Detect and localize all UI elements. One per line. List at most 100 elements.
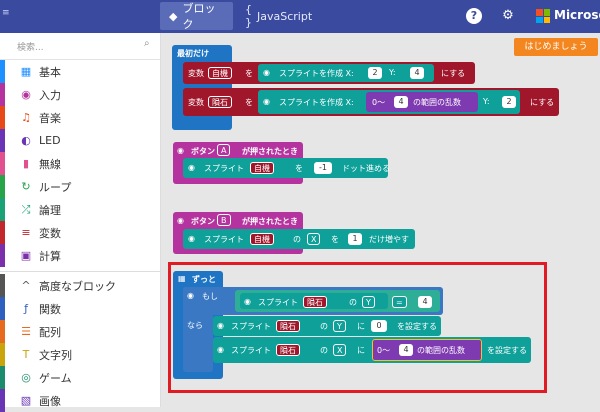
sidebar-item-target[interactable]: ◉ 入力: [0, 83, 160, 106]
help-icon[interactable]: ?: [466, 8, 482, 24]
sprite-icon: ◉: [263, 97, 270, 106]
sidebar-item-label: LED: [39, 134, 61, 147]
create-label: スプライトを作成 X:: [279, 69, 354, 78]
sidebar-item-toggle[interactable]: ◐ LED: [0, 129, 160, 152]
sidebar-item-headphones[interactable]: ♫ 音楽: [0, 106, 160, 129]
var-prefix: 変数: [188, 98, 204, 107]
category-color-bar: [0, 221, 5, 244]
sidebar-item-label: 画像: [39, 394, 61, 408]
braces-icon: { }: [245, 3, 252, 29]
menu-icon[interactable]: ≡: [2, 8, 10, 18]
button-label: ボタン: [191, 147, 215, 156]
button-dropdown[interactable]: A: [217, 144, 231, 156]
headphones-icon: ♫: [21, 111, 31, 124]
toggle-icon: ◐: [21, 134, 31, 147]
category-color-bar: [0, 297, 5, 320]
sidebar-item-gamepad[interactable]: ◎ ゲーム: [0, 366, 160, 389]
category-color-bar: [0, 320, 5, 343]
sidebar-item-label: 無線: [39, 157, 61, 171]
array-icon: ☰: [21, 325, 31, 338]
steps-input[interactable]: -1: [314, 162, 332, 174]
category-color-bar: [0, 389, 5, 412]
sidebar-item-function[interactable]: ƒ 関数: [0, 297, 160, 320]
tab-javascript[interactable]: { } JavaScript: [236, 2, 313, 30]
sidebar-item-chevron-up[interactable]: ^ 高度なブロック: [0, 274, 160, 297]
particle: を: [331, 235, 339, 244]
sidebar-item-label: 入力: [39, 88, 61, 102]
y-input[interactable]: 2: [502, 96, 516, 108]
tab-blocks-label: ブロック: [182, 2, 216, 31]
sidebar-item-text[interactable]: T 文字列: [0, 343, 160, 366]
puzzle-icon: ◆: [169, 9, 178, 23]
sidebar-item-label: 配列: [39, 325, 61, 339]
sprite-label: スプライト: [204, 164, 244, 173]
calculator-icon: ▣: [20, 249, 32, 262]
sidebar-item-list[interactable]: ≡ 変数: [0, 221, 160, 244]
search-input[interactable]: 検索...: [17, 40, 44, 53]
sidebar-item-grid[interactable]: ▦ 基本: [0, 60, 160, 83]
highlight-box: [168, 262, 547, 393]
sidebar-item-image[interactable]: ▧ 画像: [0, 389, 160, 412]
sidebar-item-refresh[interactable]: ↻ ループ: [0, 175, 160, 198]
gear-icon[interactable]: ⚙: [500, 8, 516, 24]
on-start-label: 最初だけ: [177, 49, 209, 58]
sidebar-item-shuffle[interactable]: ⤮ 論理: [0, 198, 160, 221]
shuffle-icon: ⤮: [21, 202, 31, 216]
axis-dropdown[interactable]: X: [307, 233, 321, 245]
category-color-bar: [0, 366, 5, 389]
particle: を: [295, 164, 303, 173]
button-hat-suffix: が押されたとき: [242, 217, 298, 226]
target-icon: ◉: [21, 88, 31, 101]
sidebar-item-label: 論理: [39, 203, 61, 217]
category-color-bar: [0, 83, 5, 106]
chevron-up-icon: ^: [21, 279, 31, 292]
get-started-button[interactable]: はじめましょう: [514, 38, 598, 56]
sprite-icon: ◉: [188, 234, 195, 243]
create-label: スプライトを作成 X:: [279, 98, 354, 107]
gamepad-icon: ◎: [21, 371, 31, 384]
function-icon: ƒ: [24, 302, 28, 315]
category-color-bar: [0, 106, 5, 129]
var-dropdown[interactable]: 隕石: [208, 96, 232, 108]
button-label: ボタン: [191, 217, 215, 226]
action-label: ドット進める: [342, 164, 390, 173]
search-icon: ⌕: [144, 38, 150, 49]
to-label: を: [245, 69, 253, 78]
sidebar-item-array[interactable]: ☰ 配列: [0, 320, 160, 343]
y-label: Y:: [389, 68, 396, 77]
sprite-var-dropdown[interactable]: 自機: [250, 233, 274, 245]
category-color-bar: [0, 274, 5, 297]
sidebar-item-signal[interactable]: ▮ 無線: [0, 152, 160, 175]
amount-input[interactable]: 1: [348, 233, 362, 245]
y-input[interactable]: 4: [410, 67, 424, 79]
var-dropdown[interactable]: 自機: [208, 67, 232, 79]
sidebar-item-label: 文字列: [39, 348, 72, 362]
button-event-icon: ◉: [177, 216, 184, 225]
sidebar-item-label: 音楽: [39, 111, 61, 125]
sprite-icon: ◉: [188, 163, 195, 172]
sidebar-item-label: 計算: [39, 249, 61, 263]
list-icon: ≡: [21, 226, 31, 239]
category-color-bar: [0, 175, 5, 198]
tab-blocks[interactable]: ◆ ブロック: [160, 2, 233, 31]
sidebar-item-label: ゲーム: [39, 371, 72, 385]
sprite-var-dropdown[interactable]: 自機: [250, 162, 274, 174]
category-color-bar: [0, 343, 5, 366]
brand-name: Microsoft: [554, 8, 600, 22]
grid-icon: ▦: [20, 65, 32, 78]
sidebar-item-calculator[interactable]: ▣ 計算: [0, 244, 160, 267]
tab-javascript-label: JavaScript: [257, 9, 313, 23]
button-dropdown[interactable]: B: [217, 214, 231, 226]
var-prefix: 変数: [188, 69, 204, 78]
search-box[interactable]: 検索... ⌕: [0, 33, 160, 60]
category-color-bar: [0, 198, 5, 221]
set-suffix: にする: [530, 98, 555, 107]
y-label: Y:: [483, 97, 490, 106]
signal-icon: ▮: [22, 157, 30, 170]
button-hat-suffix: が押されたとき: [242, 147, 298, 156]
range-prefix: 0〜: [372, 98, 386, 107]
range-input[interactable]: 4: [394, 96, 408, 108]
category-color-bar: [0, 129, 5, 152]
x-input[interactable]: 2: [368, 67, 382, 79]
particle: の: [293, 235, 301, 244]
